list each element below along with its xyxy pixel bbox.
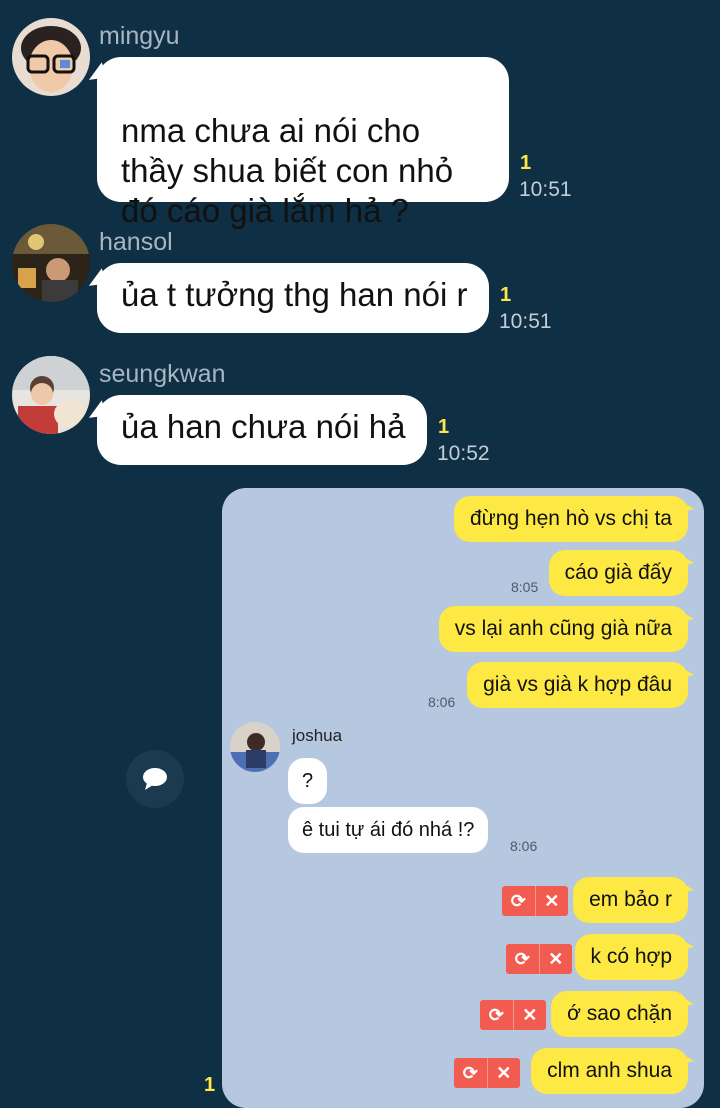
delete-icon: ✕: [522, 1004, 538, 1025]
resend-icon: ⟳: [480, 1000, 514, 1030]
sender-name: joshua: [292, 726, 343, 745]
my-message: cáo già đấy: [548, 550, 695, 596]
message-time: 8:06: [428, 694, 456, 710]
unread-count: 1: [438, 416, 450, 438]
my-message: già vs già k hợp đâu: [467, 662, 694, 708]
incoming-message: ê tui tự ái đó nhá !?: [288, 807, 489, 853]
message-text: nma chưa ai nói cho thầy shua biết con n…: [121, 112, 454, 229]
my-message: vs lại anh cũng già nữa: [438, 606, 695, 652]
failed-message: clm anh shua: [531, 1048, 694, 1094]
incoming-message: ?: [288, 758, 328, 804]
message-text: ủa han chưa nói hả: [121, 408, 406, 445]
delete-icon: ✕: [544, 890, 560, 911]
message-time: 10:52: [437, 442, 490, 465]
chat-bubble-button[interactable]: [126, 750, 184, 808]
resend-icon: ⟳: [502, 886, 536, 916]
message-time: 10:51: [519, 178, 572, 201]
message-time: 8:06: [510, 838, 538, 854]
failed-message: em bảo r: [573, 877, 694, 923]
message-bubble[interactable]: ủa han chưa nói hả: [97, 395, 427, 465]
failed-message: ớ sao chặn: [551, 991, 694, 1037]
message-time: 10:51: [499, 310, 552, 333]
avatar-mingyu[interactable]: [12, 18, 90, 96]
sender-name: mingyu: [99, 22, 180, 50]
message-text: ủa t tưởng thg han nói r: [121, 276, 468, 313]
avatar-hansol[interactable]: [12, 224, 90, 302]
failed-actions: ⟳ ✕: [454, 1058, 520, 1088]
delete-icon: ✕: [496, 1062, 512, 1083]
my-message: đừng hẹn hò vs chị ta: [453, 496, 695, 542]
failed-actions: ⟳ ✕: [506, 944, 572, 974]
message-bubble[interactable]: ủa t tưởng thg han nói r: [97, 263, 489, 333]
screenshot-image[interactable]: đừng hẹn hò vs chị ta 8:05 cáo già đấy v…: [222, 488, 704, 1108]
failed-actions: ⟳ ✕: [502, 886, 568, 916]
resend-icon: ⟳: [506, 944, 540, 974]
sender-name: hansol: [99, 228, 173, 256]
delete-icon: ✕: [548, 948, 564, 969]
avatar-seungkwan[interactable]: [12, 356, 90, 434]
unread-count: 1: [500, 284, 512, 306]
message-time: 8:05: [511, 579, 539, 595]
failed-message: k có hợp: [574, 934, 695, 980]
unread-count: 1: [204, 1074, 216, 1096]
resend-icon: ⟳: [454, 1058, 488, 1088]
failed-actions: ⟳ ✕: [480, 1000, 546, 1030]
avatar-joshua: [230, 722, 280, 772]
speech-bubble-icon: [143, 768, 167, 790]
message-bubble[interactable]: nma chưa ai nói cho thầy shua biết con n…: [97, 57, 509, 229]
sender-name: seungkwan: [99, 360, 226, 388]
unread-count: 1: [520, 152, 532, 174]
